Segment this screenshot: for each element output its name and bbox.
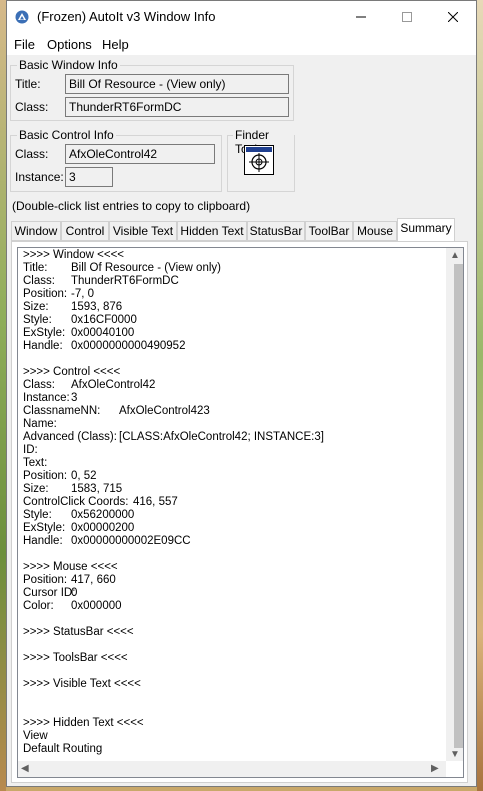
tab-control[interactable]: Control bbox=[61, 221, 109, 241]
scroll-down-icon[interactable]: ▼ bbox=[450, 749, 460, 760]
autoit-logo-icon bbox=[15, 10, 29, 24]
maximize-icon bbox=[402, 12, 412, 22]
close-button[interactable] bbox=[430, 1, 476, 33]
tab-window[interactable]: Window bbox=[11, 221, 61, 241]
horizontal-scrollbar[interactable] bbox=[18, 761, 446, 777]
tab-hidden-text[interactable]: Hidden Text bbox=[177, 221, 247, 241]
control-instance-field[interactable]: 3 bbox=[65, 167, 113, 187]
scroll-right-icon[interactable]: ▶ bbox=[431, 763, 439, 774]
vertical-scroll-thumb[interactable] bbox=[454, 264, 463, 748]
maximize-button[interactable] bbox=[384, 1, 430, 33]
tab-summary[interactable]: Summary bbox=[397, 218, 455, 242]
finder-tool-button[interactable] bbox=[244, 145, 274, 175]
scroll-left-icon[interactable]: ◀ bbox=[21, 763, 29, 774]
tab-statusbar[interactable]: StatusBar bbox=[247, 221, 305, 241]
control-class-label: Class: bbox=[15, 147, 49, 161]
scroll-up-icon[interactable]: ▲ bbox=[450, 250, 460, 261]
title-bar[interactable]: (Frozen) AutoIt v3 Window Info bbox=[7, 1, 476, 33]
window-class-label: Class: bbox=[15, 100, 49, 114]
menu-options[interactable]: Options bbox=[47, 37, 92, 52]
menu-bar: File Options Help bbox=[7, 33, 476, 55]
menu-help[interactable]: Help bbox=[102, 37, 129, 52]
window-title: (Frozen) AutoIt v3 Window Info bbox=[37, 9, 216, 24]
basic-control-info-label: Basic Control Info bbox=[17, 128, 116, 142]
summary-list[interactable]: >>>> Window <<<< Title: Bill Of Resource … bbox=[17, 247, 464, 778]
summary-panel: >>>> Window <<<< Title: Bill Of Resource … bbox=[11, 241, 468, 783]
tab-mouse[interactable]: Mouse bbox=[353, 221, 397, 241]
close-icon bbox=[448, 12, 458, 22]
window-title-label: Title: bbox=[15, 77, 41, 91]
minimize-button[interactable] bbox=[338, 1, 384, 33]
crosshair-icon bbox=[246, 147, 272, 172]
minimize-icon bbox=[356, 16, 366, 18]
desktop-background-right bbox=[477, 0, 483, 791]
control-class-field[interactable]: AfxOleControl42 bbox=[65, 144, 215, 164]
window-title-field[interactable]: Bill Of Resource - (View only) bbox=[65, 74, 289, 94]
tab-toolbar[interactable]: ToolBar bbox=[305, 221, 353, 241]
basic-window-info-label: Basic Window Info bbox=[17, 58, 120, 72]
autoit-window-info: (Frozen) AutoIt v3 Window Info File Opti… bbox=[6, 0, 477, 787]
menu-file[interactable]: File bbox=[14, 37, 35, 52]
control-instance-label: Instance: bbox=[15, 170, 64, 184]
clipboard-hint: (Double-click list entries to copy to cl… bbox=[12, 199, 251, 213]
window-class-field[interactable]: ThunderRT6FormDC bbox=[65, 97, 289, 117]
tab-visible-text[interactable]: Visible Text bbox=[109, 221, 177, 241]
